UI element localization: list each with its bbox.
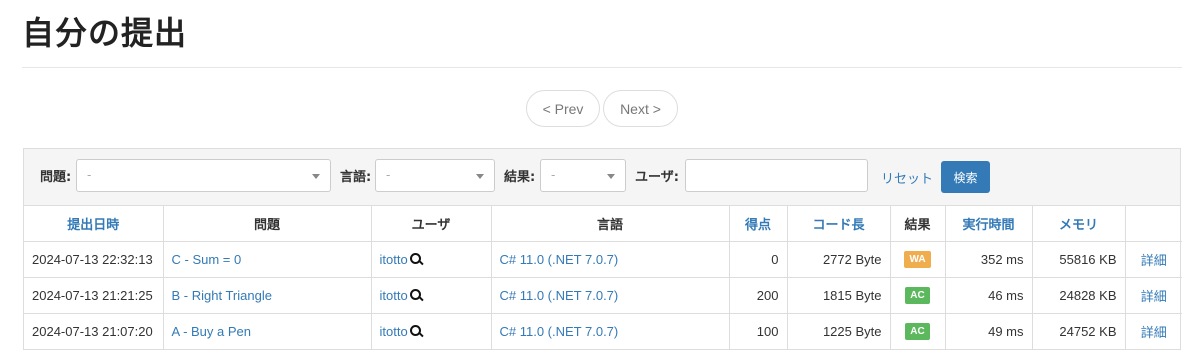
task-link[interactable]: B - Right Triangle <box>172 288 272 303</box>
status-filter-label: 結果: <box>504 170 536 185</box>
submissions-panel: 問題: - 言語: - 結果: - ユーザ: リセット 検索 提出日時 問題 ユ… <box>23 148 1182 350</box>
magnifier-icon[interactable] <box>409 324 422 337</box>
submit-date: 2024-07-13 21:21:25 <box>24 277 164 314</box>
reset-link[interactable]: リセット <box>881 168 933 187</box>
task-filter-label: 問題: <box>40 170 72 185</box>
chevron-down-icon <box>476 174 484 179</box>
task-link[interactable]: C - Sum = 0 <box>172 252 242 267</box>
exec-time: 49 ms <box>945 313 1033 349</box>
score: 0 <box>729 241 788 278</box>
header-detail <box>1125 206 1182 242</box>
status-badge: WA <box>904 251 931 268</box>
user-filter-label: ユーザ: <box>635 170 679 185</box>
score: 200 <box>729 277 788 314</box>
header-exec-time[interactable]: 実行時間 <box>945 206 1033 242</box>
chevron-down-icon <box>607 174 615 179</box>
detail-link[interactable]: 詳細 <box>1141 253 1167 268</box>
header-language: 言語 <box>491 206 730 242</box>
code-length: 2772 Byte <box>787 241 891 278</box>
header-task: 問題 <box>163 206 372 242</box>
chevron-down-icon <box>312 174 320 179</box>
exec-time: 46 ms <box>945 277 1033 314</box>
divider <box>22 67 1182 68</box>
detail-link[interactable]: 詳細 <box>1141 289 1167 304</box>
next-page-button[interactable]: Next > <box>603 90 678 127</box>
status-filter-value: - <box>551 168 556 182</box>
prev-page-button[interactable]: < Prev <box>526 90 600 127</box>
submissions-table: 提出日時 問題 ユーザ 言語 得点 コード長 結果 実行時間 メモリ 2024-… <box>24 206 1182 349</box>
memory: 55816 KB <box>1032 241 1126 278</box>
task-link[interactable]: A - Buy a Pen <box>172 324 252 339</box>
header-score[interactable]: 得点 <box>729 206 788 242</box>
exec-time: 352 ms <box>945 241 1033 278</box>
header-status: 結果 <box>890 206 946 242</box>
header-memory[interactable]: メモリ <box>1032 206 1126 242</box>
header-submit-date[interactable]: 提出日時 <box>24 206 164 242</box>
table-row: 2024-07-13 22:32:13 C - Sum = 0 itotto C… <box>24 241 1182 278</box>
search-button[interactable]: 検索 <box>941 161 990 193</box>
status-badge: AC <box>905 287 930 304</box>
memory: 24828 KB <box>1032 277 1126 314</box>
score: 100 <box>729 313 788 349</box>
task-filter-value: - <box>87 168 92 182</box>
page-title: 自分の提出 <box>22 14 188 52</box>
detail-link[interactable]: 詳細 <box>1141 325 1167 340</box>
language-link[interactable]: C# 11.0 (.NET 7.0.7) <box>500 288 619 303</box>
magnifier-icon[interactable] <box>409 288 422 301</box>
user-link[interactable]: itotto <box>380 252 408 267</box>
submit-date: 2024-07-13 22:32:13 <box>24 241 164 278</box>
code-length: 1225 Byte <box>787 313 891 349</box>
pagination: < Prev Next > <box>526 90 678 127</box>
magnifier-icon[interactable] <box>409 252 422 265</box>
code-length: 1815 Byte <box>787 277 891 314</box>
table-header-row: 提出日時 問題 ユーザ 言語 得点 コード長 結果 実行時間 メモリ <box>24 206 1182 242</box>
status-filter-select[interactable]: - <box>540 159 626 192</box>
language-link[interactable]: C# 11.0 (.NET 7.0.7) <box>500 324 619 339</box>
language-filter-value: - <box>386 168 391 182</box>
submit-date: 2024-07-13 21:07:20 <box>24 313 164 349</box>
user-filter-input[interactable] <box>685 159 868 192</box>
table-row: 2024-07-13 21:07:20 A - Buy a Pen itotto… <box>24 313 1182 349</box>
memory: 24752 KB <box>1032 313 1126 349</box>
language-filter-select[interactable]: - <box>375 159 495 192</box>
user-link[interactable]: itotto <box>380 288 408 303</box>
header-user: ユーザ <box>371 206 492 242</box>
filter-bar: 問題: - 言語: - 結果: - ユーザ: リセット 検索 <box>24 149 1180 206</box>
language-filter-label: 言語: <box>340 170 372 185</box>
language-link[interactable]: C# 11.0 (.NET 7.0.7) <box>500 252 619 267</box>
header-code-length[interactable]: コード長 <box>787 206 891 242</box>
status-badge: AC <box>905 323 930 341</box>
task-filter-select[interactable]: - <box>76 159 331 192</box>
table-row: 2024-07-13 21:21:25 B - Right Triangle i… <box>24 277 1182 314</box>
user-link[interactable]: itotto <box>380 324 408 339</box>
